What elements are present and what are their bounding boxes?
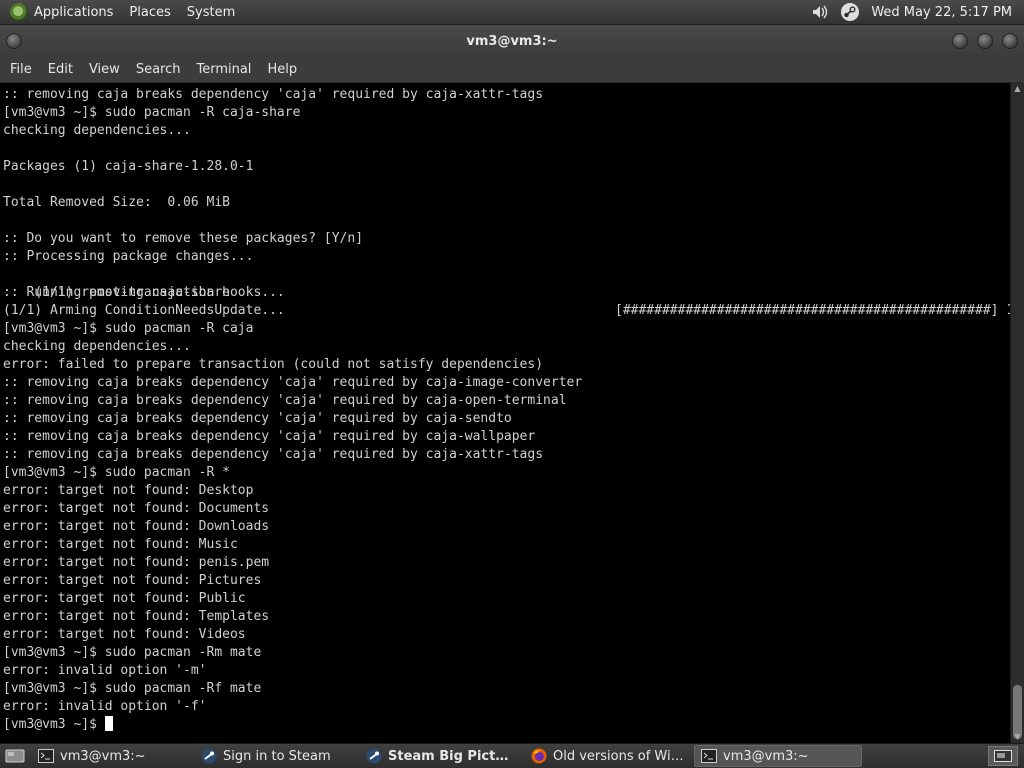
terminal-line: [vm3@vm3 ~]$ sudo pacman -Rf mate	[3, 681, 262, 696]
terminal-line: :: removing caja breaks dependency 'caja…	[3, 375, 583, 390]
terminal-line: error: target not found: Videos	[3, 627, 246, 642]
applications-menu[interactable]: Applications	[0, 0, 121, 25]
terminal-line: :: removing caja breaks dependency 'caja…	[3, 429, 536, 444]
terminal-line: Total Removed Size: 0.06 MiB	[3, 195, 230, 210]
terminal-line: error: target not found: Desktop	[3, 483, 254, 498]
terminal-line: error: target not found: Documents	[3, 501, 270, 516]
window-titlebar[interactable]: vm3@vm3:~	[0, 25, 1024, 57]
scroll-up-icon[interactable]: ▲	[1011, 83, 1024, 95]
terminal-line: error: target not found: Music	[3, 537, 238, 552]
taskbar-item-label: Sign in to Steam	[223, 748, 331, 764]
terminal-line: error: invalid option '-f'	[3, 699, 207, 714]
minimize-button[interactable]	[952, 33, 968, 49]
taskbar-item-steam-signin[interactable]: Sign in to Steam	[195, 745, 357, 767]
taskbar-item-terminal-1[interactable]: vm3@vm3:~	[32, 745, 192, 767]
taskbar-item-label: vm3@vm3:~	[723, 748, 809, 764]
workspace-switcher[interactable]	[988, 746, 1018, 766]
menu-file[interactable]: File	[2, 57, 40, 83]
firefox-icon	[531, 748, 547, 764]
terminal-line: [vm3@vm3 ~]$ sudo pacman -R caja	[3, 321, 254, 336]
terminal-icon	[38, 748, 54, 764]
terminal-line: :: Processing package changes...	[3, 249, 254, 264]
terminal-line: [vm3@vm3 ~]$ sudo pacman -R *	[3, 465, 230, 480]
terminal-line: checking dependencies...	[3, 123, 191, 138]
terminal-line: checking dependencies...	[3, 339, 191, 354]
workspace-icon	[994, 750, 1012, 762]
terminal-line: :: removing caja breaks dependency 'caja…	[3, 411, 512, 426]
menu-search[interactable]: Search	[128, 57, 189, 83]
terminal-line: :: Do you want to remove these packages?…	[3, 231, 364, 246]
distro-logo-icon	[10, 3, 28, 21]
taskbar-item-steam-big-picture[interactable]: Steam Big Picture ...	[360, 745, 522, 767]
terminal-scrollbar[interactable]: ▲ ▼	[1010, 83, 1024, 743]
places-menu[interactable]: Places	[121, 0, 178, 25]
terminal-line: [vm3@vm3 ~]$ sudo pacman -Rm mate	[3, 645, 262, 660]
terminal-line: [vm3@vm3 ~]$ sudo pacman -R caja-share	[3, 105, 301, 120]
terminal-prompt: [vm3@vm3 ~]$	[3, 717, 105, 732]
steam-icon	[366, 748, 382, 764]
steam-icon[interactable]	[840, 2, 860, 22]
terminal-line: :: removing caja breaks dependency 'caja…	[3, 87, 544, 102]
show-desktop-icon	[5, 749, 25, 763]
terminal-line: error: failed to prepare transaction (co…	[3, 357, 544, 372]
system-menu[interactable]: System	[179, 0, 243, 25]
window-menu-button[interactable]	[6, 33, 22, 49]
window-title: vm3@vm3:~	[466, 33, 558, 49]
terminal-line: error: target not found: Templates	[3, 609, 270, 624]
terminal-line: error: invalid option '-m'	[3, 663, 207, 678]
taskbar-item-label: Steam Big Picture ...	[388, 748, 516, 764]
maximize-button[interactable]	[977, 33, 993, 49]
terminal-line: error: target not found: Downloads	[3, 519, 270, 534]
terminal-line: Packages (1) caja-share-1.28.0-1	[3, 159, 254, 174]
terminal-output[interactable]: :: removing caja breaks dependency 'caja…	[0, 83, 1010, 743]
show-desktop-button[interactable]	[2, 745, 28, 767]
terminal-line: :: removing caja breaks dependency 'caja…	[3, 447, 544, 462]
terminal-line: :: removing caja breaks dependency 'caja…	[3, 393, 567, 408]
menu-help[interactable]: Help	[259, 57, 305, 83]
terminal-line-text: (1/1) removing caja-share	[34, 285, 230, 300]
volume-icon[interactable]	[810, 2, 830, 22]
terminal-line-progress: (1/1) removing caja-share [#############…	[3, 266, 1010, 318]
taskbar-item-firefox[interactable]: Old versions of Win...	[525, 745, 691, 767]
close-button[interactable]	[1002, 33, 1018, 49]
bottom-panel: vm3@vm3:~ Sign in to Steam Steam Big Pic…	[0, 743, 1024, 768]
taskbar-item-label: vm3@vm3:~	[60, 748, 146, 764]
terminal-icon	[701, 748, 717, 764]
taskbar-item-label: Old versions of Win...	[553, 748, 685, 764]
steam-icon	[201, 748, 217, 764]
menu-terminal[interactable]: Terminal	[188, 57, 259, 83]
menubar: File Edit View Search Terminal Help	[0, 57, 1024, 83]
applications-menu-label: Applications	[34, 4, 114, 20]
taskbar-item-terminal-2[interactable]: vm3@vm3:~	[694, 745, 862, 767]
terminal-line: error: target not found: Public	[3, 591, 246, 606]
terminal-line: error: target not found: Pictures	[3, 573, 262, 588]
terminal-cursor	[104, 716, 113, 731]
terminal-line: error: target not found: penis.pem	[3, 555, 270, 570]
menu-edit[interactable]: Edit	[40, 57, 81, 83]
scroll-down-icon[interactable]: ▼	[1011, 731, 1024, 743]
clock[interactable]: Wed May 22, 5:17 PM	[865, 0, 1024, 25]
menu-view[interactable]: View	[81, 57, 128, 83]
terminal-prompt-line[interactable]: [vm3@vm3 ~]$	[3, 716, 1010, 734]
progress-text: [#######################################…	[615, 303, 1010, 318]
top-panel: Applications Places System Wed May 22, 5…	[0, 0, 1024, 25]
